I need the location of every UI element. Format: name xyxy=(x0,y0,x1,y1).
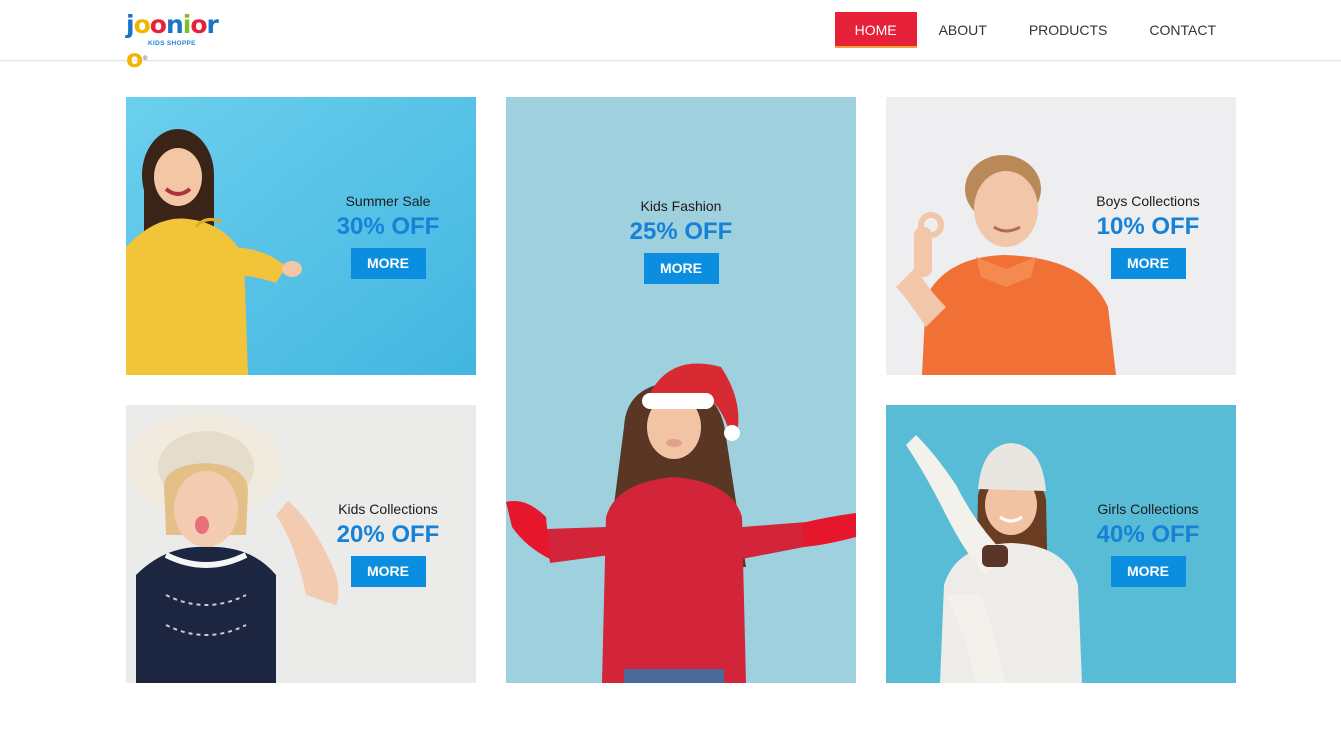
nav-products[interactable]: PRODUCTS xyxy=(1009,12,1128,48)
more-button[interactable]: MORE xyxy=(643,253,719,284)
promo-card-kids-fashion[interactable]: Kids Fashion 25% OFF MORE xyxy=(506,97,856,683)
nav-about[interactable]: ABOUT xyxy=(919,12,1007,48)
promo-card-summer-sale[interactable]: Summer Sale 30% OFF MORE xyxy=(126,97,476,375)
logo-letter: o xyxy=(190,10,207,39)
registered-mark: ® xyxy=(142,55,148,62)
logo-letter: i xyxy=(182,10,192,39)
girls-collections-copy: Girls Collections 40% OFF MORE xyxy=(1068,500,1228,587)
card-discount: 20% OFF xyxy=(336,521,440,548)
card-subtitle: Kids Fashion xyxy=(640,198,722,214)
main-nav: HOME ABOUT PRODUCTS CONTACT xyxy=(833,12,1236,48)
more-button[interactable]: MORE xyxy=(1110,248,1186,279)
card-discount: 25% OFF xyxy=(629,218,733,245)
card-subtitle: Boys Collections xyxy=(1096,193,1200,209)
logo-letter: o xyxy=(149,10,167,39)
kids-collections-copy: Kids Collections 20% OFF MORE xyxy=(308,500,468,587)
brand-logo[interactable]: joonioro® KIDS SHOPPE xyxy=(126,10,228,73)
logo-tagline: KIDS SHOPPE xyxy=(148,40,196,47)
more-button[interactable]: MORE xyxy=(1110,556,1186,587)
logo-letter: o xyxy=(133,10,151,39)
kids-fashion-copy: Kids Fashion 25% OFF MORE xyxy=(601,197,761,284)
site-header: joonioro® KIDS SHOPPE HOME ABOUT PRODUCT… xyxy=(0,0,1341,73)
more-button[interactable]: MORE xyxy=(350,248,426,279)
card-subtitle: Kids Collections xyxy=(338,501,438,517)
promo-card-kids-collections[interactable]: Kids Collections 20% OFF MORE xyxy=(126,405,476,683)
card-discount: 40% OFF xyxy=(1096,521,1200,548)
card-subtitle: Summer Sale xyxy=(345,193,431,209)
card-discount: 10% OFF xyxy=(1096,213,1200,240)
logo-letter: n xyxy=(165,10,184,39)
summer-sale-copy: Summer Sale 30% OFF MORE xyxy=(308,192,468,279)
boys-collections-copy: Boys Collections 10% OFF MORE xyxy=(1068,192,1228,279)
more-button[interactable]: MORE xyxy=(350,556,426,587)
promo-card-boys-collections[interactable]: Boys Collections 10% OFF MORE xyxy=(886,97,1236,375)
nav-home[interactable]: HOME xyxy=(834,12,917,48)
promo-card-girls-collections[interactable]: Girls Collections 40% OFF MORE xyxy=(886,405,1236,683)
nav-contact[interactable]: CONTACT xyxy=(1129,12,1236,48)
logo-letter: j xyxy=(126,10,135,39)
logo-letter: o xyxy=(126,44,143,73)
logo-letter: r xyxy=(206,10,219,39)
card-subtitle: Girls Collections xyxy=(1097,501,1199,517)
card-discount: 30% OFF xyxy=(336,213,440,240)
kids-fashion-photo xyxy=(506,97,856,683)
